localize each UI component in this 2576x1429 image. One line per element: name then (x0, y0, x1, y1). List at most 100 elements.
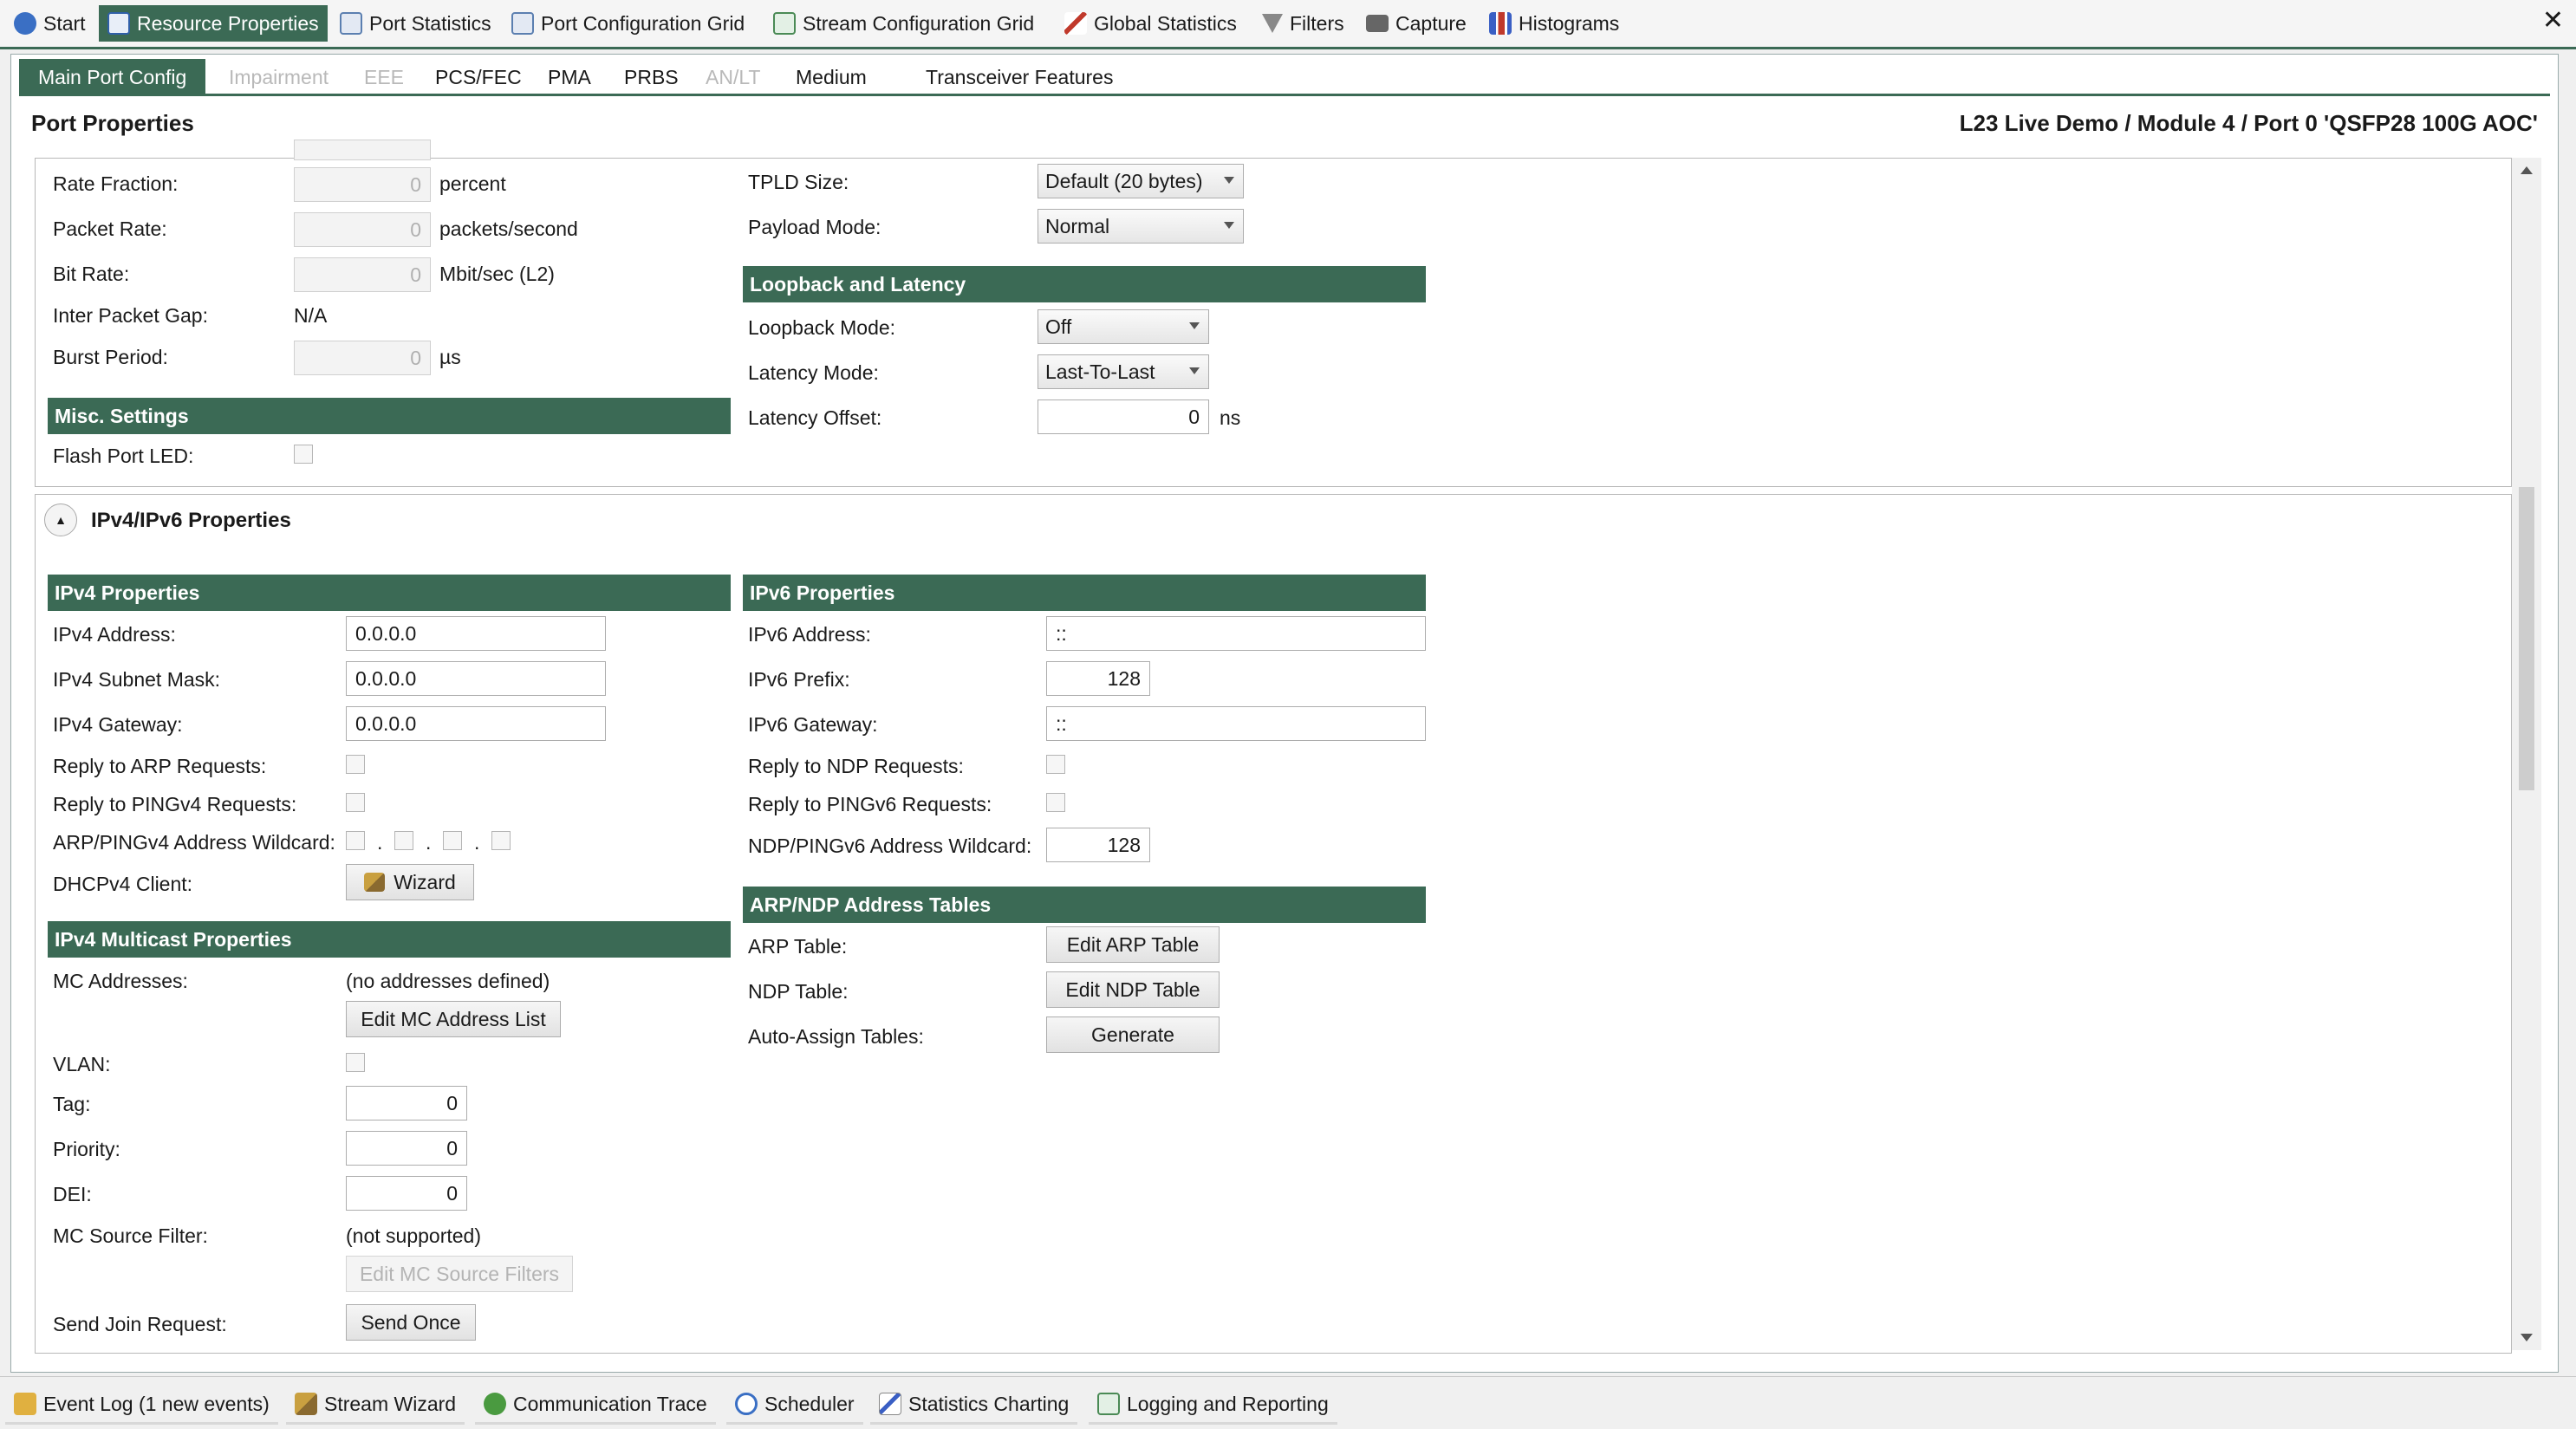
scrollbar-thumb[interactable] (2519, 487, 2534, 790)
reply-pingv6-checkbox[interactable] (1046, 793, 1065, 812)
bottom-tab-bar: Event Log (1 new events) Stream Wizard C… (0, 1376, 2576, 1429)
vlan-checkbox[interactable] (346, 1053, 365, 1072)
latency-offset-unit: ns (1220, 406, 1241, 429)
tab-stream-configuration-grid[interactable]: Stream Configuration Grid (764, 5, 1043, 42)
edit-mc-source-filters-button: Edit MC Source Filters (346, 1256, 573, 1292)
ipv4-address-label: IPv4 Address: (53, 623, 176, 646)
rate-fraction-input[interactable]: 0 (294, 167, 431, 202)
ipv4-gateway-input[interactable]: 0.0.0.0 (346, 706, 606, 741)
tab-medium[interactable]: Medium (777, 59, 886, 95)
tab-pcs-fec[interactable]: PCS/FEC (416, 59, 541, 95)
bit-rate-input[interactable]: 0 (294, 257, 431, 292)
loopback-mode-select[interactable]: Off (1038, 309, 1209, 344)
wizard-button[interactable]: Wizard (346, 864, 474, 900)
tab-filters[interactable]: Filters (1253, 5, 1353, 42)
misc-settings-header: Misc. Settings (48, 398, 731, 434)
tab-start[interactable]: Start (5, 5, 94, 42)
tag-input[interactable]: 0 (346, 1086, 467, 1120)
grid-icon (340, 12, 362, 35)
flash-port-led-checkbox[interactable] (294, 445, 313, 464)
inter-packet-gap-value: N/A (294, 304, 328, 327)
port-path: L23 Live Demo / Module 4 / Port 0 'QSFP2… (1959, 110, 2538, 136)
ip-section-title: IPv4/IPv6 Properties (91, 509, 291, 532)
octet-separator: . (377, 831, 383, 854)
tab-resource-properties[interactable]: Resource Properties (99, 5, 328, 42)
edit-ndp-table-button[interactable]: Edit NDP Table (1046, 971, 1220, 1008)
tab-impairment: Impairment (229, 65, 329, 88)
dei-input[interactable]: 0 (346, 1176, 467, 1211)
tab-statistics-charting[interactable]: Statistics Charting (870, 1386, 1078, 1425)
arp-wildcard-label: ARP/PINGv4 Address Wildcard: (53, 831, 335, 854)
burst-period-unit: µs (439, 346, 461, 368)
ndp-wildcard-label: NDP/PINGv6 Address Wildcard: (748, 835, 1032, 857)
tab-port-configuration-grid[interactable]: Port Configuration Grid (503, 5, 753, 42)
tab-prbs[interactable]: PRBS (605, 59, 698, 95)
vertical-scrollbar[interactable] (2512, 158, 2541, 1350)
reply-ndp-checkbox[interactable] (1046, 755, 1065, 774)
ipv6-prefix-input[interactable]: 128 (1046, 661, 1150, 696)
mc-addresses-value: (no addresses defined) (346, 970, 550, 992)
port-config-panel: Rate Fraction: 0 percent Packet Rate: 0 … (35, 140, 2512, 487)
latency-mode-select[interactable]: Last-To-Last (1038, 354, 1209, 389)
payload-mode-select[interactable]: Normal (1038, 209, 1244, 244)
tab-capture[interactable]: Capture (1357, 5, 1475, 42)
ipv6-gateway-input[interactable]: :: (1046, 706, 1426, 741)
wand-icon (295, 1393, 317, 1415)
ipv4-multicast-header: IPv4 Multicast Properties (48, 921, 731, 958)
tab-global-statistics[interactable]: Global Statistics (1056, 5, 1246, 42)
tab-event-log[interactable]: Event Log (1 new events) (5, 1386, 278, 1425)
clock-icon (735, 1393, 758, 1415)
scroll-down-icon[interactable] (2521, 1334, 2533, 1341)
packet-rate-unit: packets/second (439, 218, 578, 240)
trace-icon (484, 1393, 506, 1415)
ndp-wildcard-input[interactable]: 128 (1046, 828, 1150, 862)
vlan-label: VLAN: (53, 1053, 111, 1075)
ipv6-address-input[interactable]: :: (1046, 616, 1426, 651)
packet-rate-input[interactable]: 0 (294, 212, 431, 247)
burst-period-input[interactable]: 0 (294, 341, 431, 375)
tab-scheduler[interactable]: Scheduler (726, 1386, 863, 1425)
tab-logging-reporting[interactable]: Logging and Reporting (1089, 1386, 1337, 1425)
auto-assign-tables-label: Auto-Assign Tables: (748, 1025, 924, 1048)
scroll-up-icon[interactable] (2521, 166, 2533, 174)
ipv4-subnet-mask-input[interactable]: 0.0.0.0 (346, 661, 606, 696)
ipv4-address-input[interactable]: 0.0.0.0 (346, 616, 606, 651)
close-icon[interactable]: ✕ (2542, 5, 2564, 36)
ipv4-subnet-mask-label: IPv4 Subnet Mask: (53, 668, 221, 691)
tab-transceiver-features[interactable]: Transceiver Features (907, 59, 1132, 95)
collapse-button[interactable]: ▲ (44, 503, 77, 536)
ipv6-address-label: IPv6 Address: (748, 623, 871, 646)
loopback-mode-label: Loopback Mode: (748, 316, 896, 339)
ip-properties-panel: ▲ IPv4/IPv6 Properties IPv4 Properties I… (35, 494, 2512, 1354)
tab-communication-trace[interactable]: Communication Trace (475, 1386, 716, 1425)
tab-main-port-config[interactable]: Main Port Config (19, 59, 206, 95)
arp-wildcard-octet-2-checkbox[interactable] (394, 831, 413, 850)
send-once-button[interactable]: Send Once (346, 1304, 476, 1341)
tab-an-lt: AN/LT (706, 65, 761, 88)
tab-port-statistics[interactable]: Port Statistics (331, 5, 500, 42)
latency-offset-input[interactable]: 0 (1038, 399, 1209, 434)
reply-pingv4-checkbox[interactable] (346, 793, 365, 812)
tab-stream-wizard[interactable]: Stream Wizard (286, 1386, 465, 1425)
mc-source-filter-value: (not supported) (346, 1224, 481, 1247)
tab-histograms[interactable]: Histograms (1480, 5, 1628, 42)
arp-wildcard-octet-4-checkbox[interactable] (491, 831, 511, 850)
dhcpv4-client-label: DHCPv4 Client: (53, 873, 193, 895)
tpld-size-select[interactable]: Default (20 bytes) (1038, 164, 1244, 198)
properties-icon (107, 12, 130, 35)
generate-button[interactable]: Generate (1046, 1017, 1220, 1053)
priority-label: Priority: (53, 1138, 120, 1160)
priority-input[interactable]: 0 (346, 1131, 467, 1166)
chevron-down-icon (1189, 367, 1200, 374)
arp-wildcard-octet-1-checkbox[interactable] (346, 831, 365, 850)
page-title: Port Properties (31, 110, 194, 136)
tab-pma[interactable]: PMA (529, 59, 610, 95)
ipv6-properties-header: IPv6 Properties (743, 575, 1426, 611)
report-icon (1097, 1393, 1120, 1415)
flash-port-led-label: Flash Port LED: (53, 445, 194, 467)
edit-arp-table-button[interactable]: Edit ARP Table (1046, 926, 1220, 963)
loopback-latency-header: Loopback and Latency (743, 266, 1426, 302)
arp-wildcard-octet-3-checkbox[interactable] (443, 831, 462, 850)
reply-arp-checkbox[interactable] (346, 755, 365, 774)
edit-mc-address-list-button[interactable]: Edit MC Address List (346, 1001, 561, 1037)
